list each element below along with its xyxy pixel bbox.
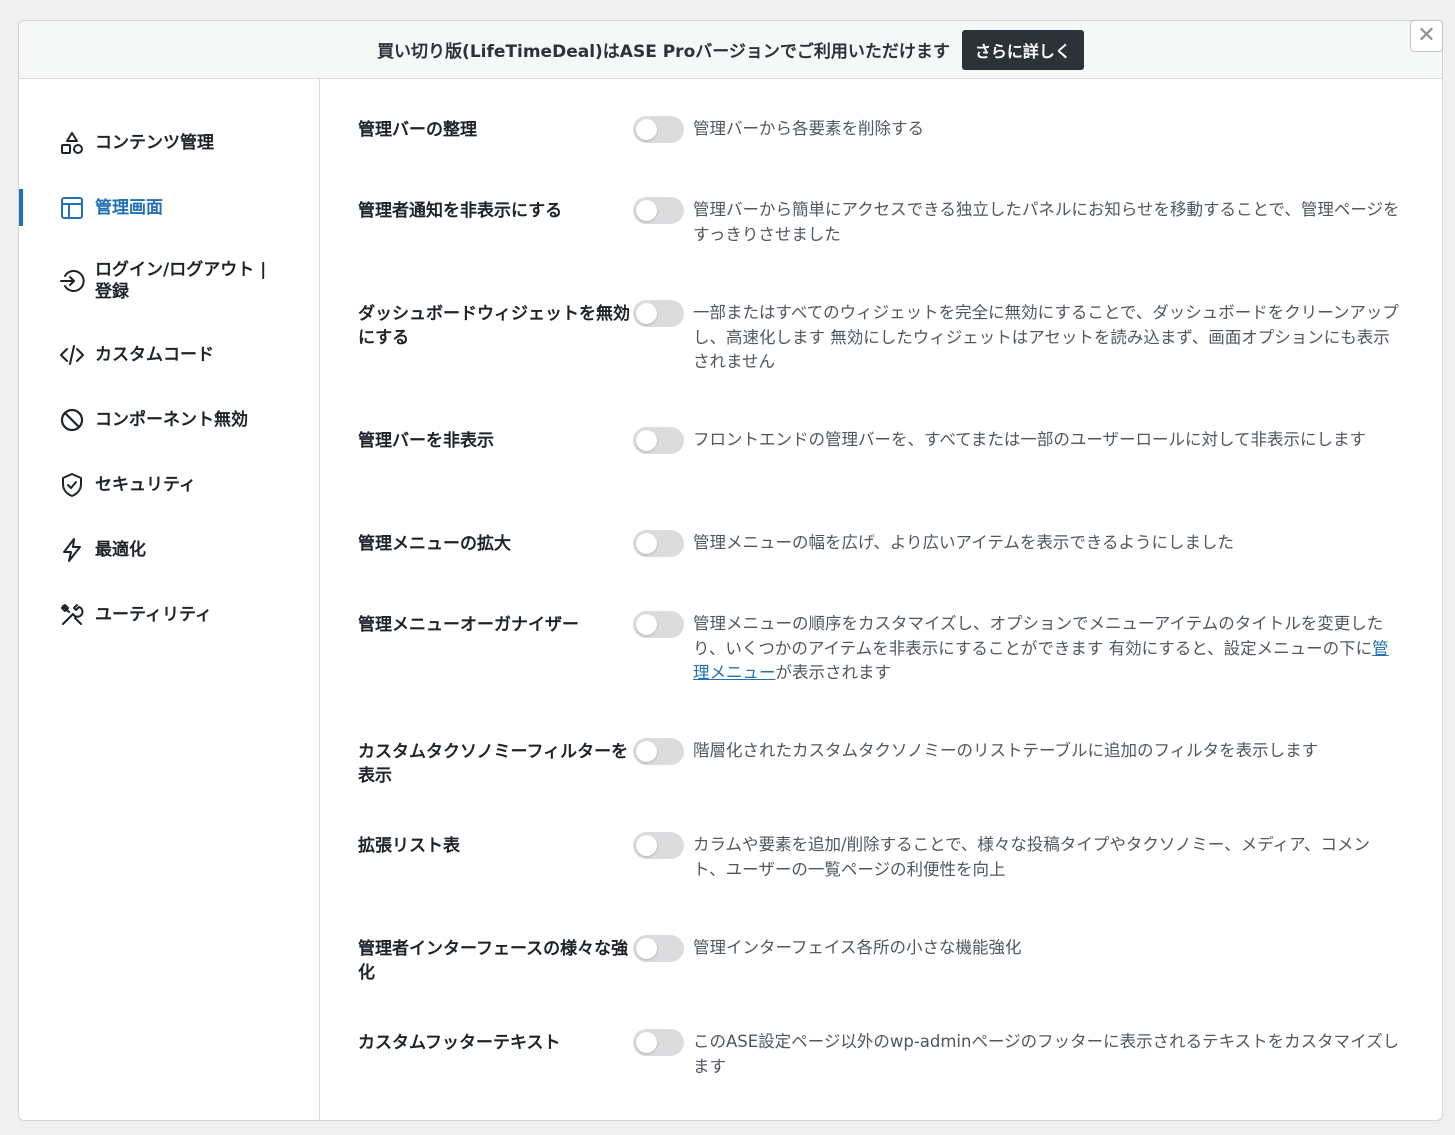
setting-toggle[interactable] [633,300,684,327]
setting-row: 管理者通知を非表示にする 管理バーから簡単にアクセスできる独立したパネルにお知ら… [358,197,1402,247]
setting-row: ダッシュボードウィジェットを無効にする 一部またはすべてのウィジェットを完全に無… [358,300,1402,375]
code-icon [59,342,85,368]
setting-title: 管理バーの整理 [358,120,477,140]
shield-check-icon [59,472,85,498]
setting-row: カスタムタクソノミーフィルターを表示 階層化されたカスタムタクソノミーのリストテ… [358,738,1402,788]
close-icon: ✕ [1417,23,1436,48]
sidebar-item-utilities[interactable]: ユーティリティ [19,582,319,647]
setting-description: カラムや要素を追加/削除することで、様々な投稿タイプやタクソノミー、メディア、コ… [693,835,1370,879]
setting-title: 拡張リスト表 [358,836,460,856]
learn-more-button[interactable]: さらに詳しく [961,29,1084,70]
setting-row: 管理バーを非表示 フロントエンドの管理バーを、すべてまたは一部のユーザーロールに… [358,427,1402,454]
setting-description: 管理メニューの幅を広げ、より広いアイテムを表示できるようにしました [693,533,1235,552]
sidebar-item-label: 最適化 [95,539,146,560]
setting-title: 管理バーを非表示 [358,431,494,451]
sidebar-item-content-management[interactable]: コンテンツ管理 [19,110,319,175]
promo-text: 買い切り版(LifeTimeDeal)はASE Proバージョンでご利用いただけ… [377,42,950,62]
sidebar-item-custom-code[interactable]: カスタムコード [19,322,319,387]
sidebar-item-security[interactable]: セキュリティ [19,452,319,517]
sidebar-item-label: カスタムコード [95,344,214,365]
setting-title: 管理メニューオーガナイザー [358,615,579,635]
setting-toggle[interactable] [633,116,684,143]
setting-description: 管理メニューの順序をカスタマイズし、オプションでメニューアイテムのタイトルを変更… [693,611,1402,686]
close-button[interactable]: ✕ [1410,20,1443,52]
setting-toggle[interactable] [633,1029,684,1056]
setting-description: 管理バーから各要素を削除する [693,119,924,138]
setting-toggle[interactable] [633,530,684,557]
setting-toggle[interactable] [633,427,684,454]
setting-description: 管理インターフェイス各所の小さな機能強化 [693,938,1022,957]
setting-title: 管理者インターフェースの様々な強化 [358,939,629,983]
sidebar-item-label: コンポーネント無効 [95,409,248,430]
setting-title: 管理メニューの拡大 [358,534,511,554]
sidebar-item-label: 管理画面 [95,197,163,218]
setting-title: カスタムフッターテキスト [358,1033,561,1053]
layout-icon [59,195,85,221]
setting-row: 管理メニューの拡大 管理メニューの幅を広げ、より広いアイテムを表示できるようにし… [358,530,1402,557]
setting-toggle[interactable] [633,738,684,765]
settings-list: 管理バーの整理 管理バーから各要素を削除する 管理者通知を非表示にする 管理バー… [320,79,1442,1120]
setting-title: ダッシュボードウィジェットを無効にする [358,304,630,348]
sidebar-item-label: ユーティリティ [95,604,212,625]
tools-icon [59,602,85,628]
sidebar: コンテンツ管理 管理画面 ログイン/ログアウト | 登録 カスタムコード コンポ… [19,79,320,1120]
shapes-icon [59,130,85,156]
sidebar-item-login-logout[interactable]: ログイン/ログアウト | 登録 [19,240,319,322]
setting-description-text: が表示されます [775,663,892,682]
sidebar-item-optimization[interactable]: 最適化 [19,517,319,582]
login-icon [59,268,85,294]
setting-title: カスタムタクソノミーフィルターを表示 [358,742,629,786]
sidebar-item-label: セキュリティ [95,474,196,495]
sidebar-item-label: ログイン/ログアウト | 登録 [95,260,267,302]
promo-banner: 買い切り版(LifeTimeDeal)はASE Proバージョンでご利用いただけ… [19,21,1442,79]
ban-icon [59,407,85,433]
setting-row: カスタムフッターテキスト このASE設定ページ以外のwp-adminページのフッ… [358,1029,1402,1079]
setting-toggle[interactable] [633,832,684,859]
setting-toggle[interactable] [633,197,684,224]
setting-title: 管理者通知を非表示にする [358,201,563,221]
setting-description: このASE設定ページ以外のwp-adminページのフッターに表示されるテキストを… [693,1032,1400,1076]
setting-toggle[interactable] [633,611,684,638]
setting-row: 拡張リスト表 カラムや要素を追加/削除することで、様々な投稿タイプやタクソノミー… [358,832,1402,882]
lightning-icon [59,537,85,563]
setting-description: フロントエンドの管理バーを、すべてまたは一部のユーザーロールに対して非表示にしま… [693,430,1367,449]
setting-row: 管理バーの整理 管理バーから各要素を削除する [358,116,1402,143]
setting-toggle[interactable] [633,935,684,962]
sidebar-item-admin-interface[interactable]: 管理画面 [19,175,319,240]
setting-row: 管理者インターフェースの様々な強化 管理インターフェイス各所の小さな機能強化 [358,935,1402,985]
settings-panel: 買い切り版(LifeTimeDeal)はASE Proバージョンでご利用いただけ… [18,20,1443,1121]
setting-description: 階層化されたカスタムタクソノミーのリストテーブルに追加のフィルタを表示します [693,741,1319,760]
sidebar-item-label: コンテンツ管理 [95,132,214,153]
setting-description: 管理バーから簡単にアクセスできる独立したパネルにお知らせを移動することで、管理ペ… [693,200,1400,244]
setting-description: 一部またはすべてのウィジェットを完全に無効にすることで、ダッシュボードをクリーン… [693,303,1399,371]
sidebar-item-disable-components[interactable]: コンポーネント無効 [19,387,319,452]
setting-description-text: 管理メニューの順序をカスタマイズし、オプションでメニューアイテムのタイトルを変更… [693,614,1384,658]
setting-row: 管理メニューオーガナイザー 管理メニューの順序をカスタマイズし、オプションでメニ… [358,611,1402,686]
